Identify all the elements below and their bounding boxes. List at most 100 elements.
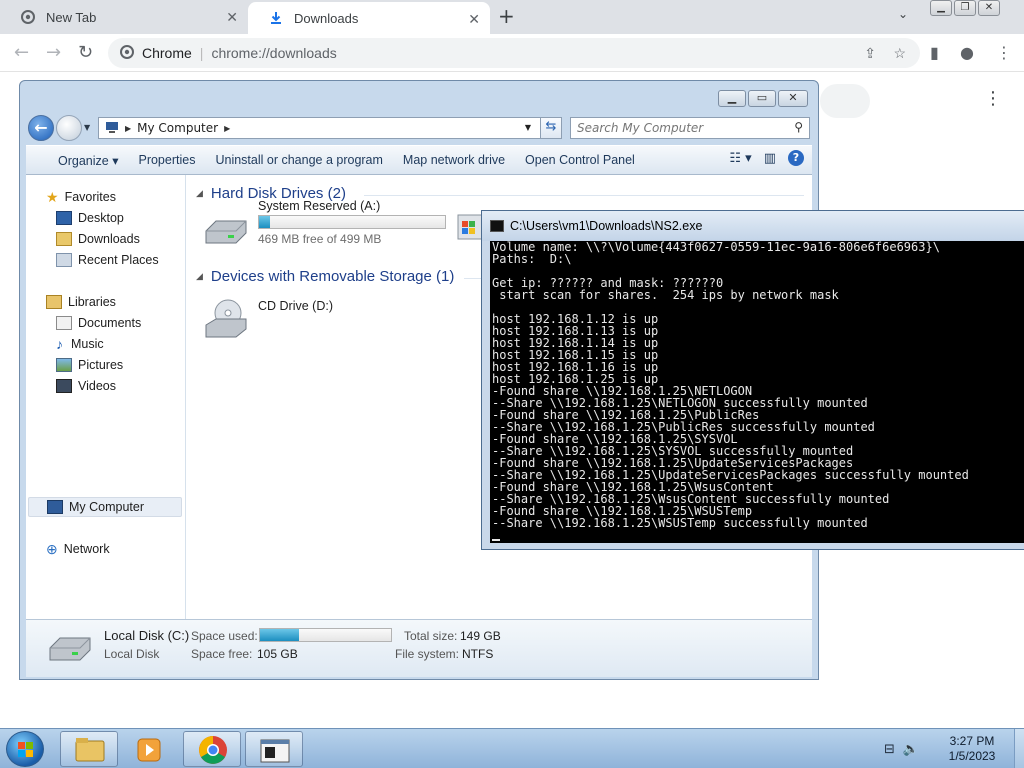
- details-space-used-label: Space used:: [191, 629, 258, 643]
- collapse-triangle-icon[interactable]: ◢: [196, 271, 203, 282]
- nav-favorites[interactable]: ★ Favorites: [46, 187, 116, 207]
- documents-icon: [56, 316, 72, 330]
- close-icon[interactable]: ✕: [468, 11, 480, 28]
- chevron-down-icon[interactable]: ▼: [84, 123, 90, 132]
- refresh-button[interactable]: ⇆: [540, 117, 562, 139]
- window-controls: ▁ ❐ ✕: [928, 0, 1000, 16]
- nav-pictures[interactable]: Pictures: [56, 355, 123, 375]
- kebab-menu-icon[interactable]: ⋮: [996, 43, 1012, 62]
- clock[interactable]: 3:27 PM 1/5/2023: [940, 734, 1004, 764]
- console-line: start scan for shares. 254 ips by networ…: [492, 288, 839, 302]
- view-controls: ☷ ▾ ▥ ?: [729, 150, 804, 166]
- back-arrow-icon[interactable]: ←: [14, 42, 29, 63]
- taskbar-explorer[interactable]: [60, 731, 118, 767]
- nav-music[interactable]: ♪ Music: [56, 334, 104, 354]
- view-options-icon[interactable]: ☷ ▾: [729, 151, 751, 166]
- browser-tab-bar: New Tab ✕ Downloads ✕ + ⌄ ▁ ❐ ✕: [0, 0, 1024, 34]
- taskbar-media-player[interactable]: [120, 731, 178, 767]
- search-placeholder: Search My Computer: [577, 121, 704, 135]
- taskbar: ⊟ 🔈 3:27 PM 1/5/2023: [0, 728, 1024, 768]
- breadcrumb-arrow-icon[interactable]: ▶: [224, 124, 230, 133]
- nav-documents[interactable]: Documents: [56, 313, 141, 333]
- map-network-drive-button[interactable]: Map network drive: [393, 153, 515, 167]
- search-input[interactable]: Search My Computer ⚲: [570, 117, 810, 139]
- tab-new-tab[interactable]: New Tab ✕: [0, 0, 248, 34]
- chevron-down-icon[interactable]: ▼: [525, 123, 531, 132]
- uninstall-program-button[interactable]: Uninstall or change a program: [205, 153, 392, 167]
- details-pane: Local Disk (C:) Local Disk Space used: S…: [26, 619, 812, 677]
- show-desktop-button[interactable]: [1014, 729, 1024, 768]
- console-output[interactable]: Volume name: \\?\Volume{443f0627-0559-11…: [490, 241, 1024, 543]
- group-header-removable-storage[interactable]: ◢ Devices with Removable Storage (1): [196, 268, 804, 285]
- drive-system-reserved-name[interactable]: System Reserved (A:): [258, 199, 380, 213]
- search-icon[interactable]: ⚲: [794, 120, 803, 134]
- open-control-panel-button[interactable]: Open Control Panel: [515, 153, 645, 167]
- tab-downloads[interactable]: Downloads ✕: [248, 2, 490, 34]
- console-window: C:\Users\vm1\Downloads\NS2.exe Volume na…: [481, 210, 1024, 550]
- breadcrumb-arrow-icon[interactable]: ▶: [125, 124, 131, 133]
- new-tab-button[interactable]: +: [498, 4, 515, 28]
- volume-icon[interactable]: 🔈: [903, 742, 919, 757]
- close-button[interactable]: ✕: [778, 90, 808, 107]
- details-total-size-label: Total size:: [404, 629, 458, 643]
- computer-icon: [47, 500, 63, 514]
- chevron-down-icon[interactable]: ⌄: [898, 7, 908, 21]
- nav-downloads[interactable]: Downloads: [56, 229, 140, 249]
- browser-toolbar: ← → ↻ Chrome | chrome://downloads ⇪ ☆ ▮ …: [0, 34, 1024, 72]
- minimize-button[interactable]: ▁: [718, 90, 746, 107]
- nav-network[interactable]: ⊕ Network: [46, 539, 110, 559]
- preview-pane-icon[interactable]: ▥: [764, 151, 776, 166]
- chrome-icon: [199, 736, 227, 764]
- usage-bar-fill: [260, 629, 300, 641]
- console-title-bar[interactable]: C:\Users\vm1\Downloads\NS2.exe: [482, 211, 1024, 241]
- breadcrumb[interactable]: My Computer: [137, 121, 218, 135]
- videos-icon: [56, 379, 72, 393]
- kebab-menu-icon[interactable]: ⋮: [984, 88, 1002, 109]
- nav-recent-places[interactable]: Recent Places: [56, 250, 159, 270]
- back-button[interactable]: ←: [28, 115, 54, 141]
- details-file-system: NTFS: [462, 647, 494, 661]
- forward-arrow-icon[interactable]: →: [46, 42, 61, 63]
- cd-drive-icon[interactable]: [202, 297, 250, 338]
- share-icon[interactable]: ⇪: [864, 45, 876, 62]
- forward-button[interactable]: [56, 115, 82, 141]
- console-line: Paths: D:\: [492, 252, 572, 266]
- minimize-button[interactable]: ▁: [930, 0, 952, 16]
- network-tray-icon[interactable]: ⊟: [884, 742, 895, 757]
- help-icon[interactable]: ?: [788, 150, 804, 166]
- properties-button[interactable]: Properties: [128, 153, 205, 167]
- tab-title: Downloads: [294, 10, 359, 26]
- close-icon[interactable]: ✕: [226, 9, 238, 26]
- nav-desktop[interactable]: Desktop: [56, 208, 124, 228]
- collapse-triangle-icon[interactable]: ◢: [196, 188, 203, 199]
- chrome-icon: [120, 44, 134, 62]
- clock-date: 1/5/2023: [948, 749, 996, 763]
- restore-button[interactable]: ❐: [954, 0, 976, 16]
- organize-button[interactable]: Organize ▾: [26, 153, 128, 168]
- hard-drive-icon[interactable]: [202, 213, 250, 249]
- omnibox[interactable]: Chrome | chrome://downloads ⇪ ☆: [108, 38, 920, 68]
- nav-libraries[interactable]: Libraries: [46, 292, 116, 312]
- maximize-button[interactable]: ▭: [748, 90, 776, 107]
- side-panel-icon[interactable]: ▮: [930, 43, 939, 62]
- details-drive-type: Local Disk: [104, 647, 160, 661]
- drive-cd-name[interactable]: CD Drive (D:): [258, 299, 333, 313]
- bookmark-star-icon[interactable]: ☆: [893, 45, 906, 62]
- taskbar-chrome[interactable]: [183, 731, 241, 767]
- address-bar[interactable]: ▶ My Computer ▶ ▼: [98, 117, 562, 139]
- nav-my-computer[interactable]: My Computer: [28, 497, 182, 517]
- search-downloads-field[interactable]: [820, 84, 870, 118]
- folder-icon: [56, 232, 72, 246]
- windows-logo-icon: [18, 742, 33, 757]
- start-button[interactable]: [6, 731, 44, 767]
- folder-icon: [75, 738, 105, 762]
- reload-icon[interactable]: ↻: [78, 42, 93, 63]
- console-title: C:\Users\vm1\Downloads\NS2.exe: [510, 219, 703, 233]
- details-drive-name: Local Disk (C:): [104, 628, 190, 643]
- details-space-free-label: Space free:: [191, 647, 253, 661]
- taskbar-console[interactable]: [245, 731, 303, 767]
- profile-avatar-icon[interactable]: ●: [960, 43, 974, 62]
- nav-videos[interactable]: Videos: [56, 376, 116, 396]
- drive-system-reserved-free: 469 MB free of 499 MB: [258, 232, 382, 246]
- close-button[interactable]: ✕: [978, 0, 1000, 16]
